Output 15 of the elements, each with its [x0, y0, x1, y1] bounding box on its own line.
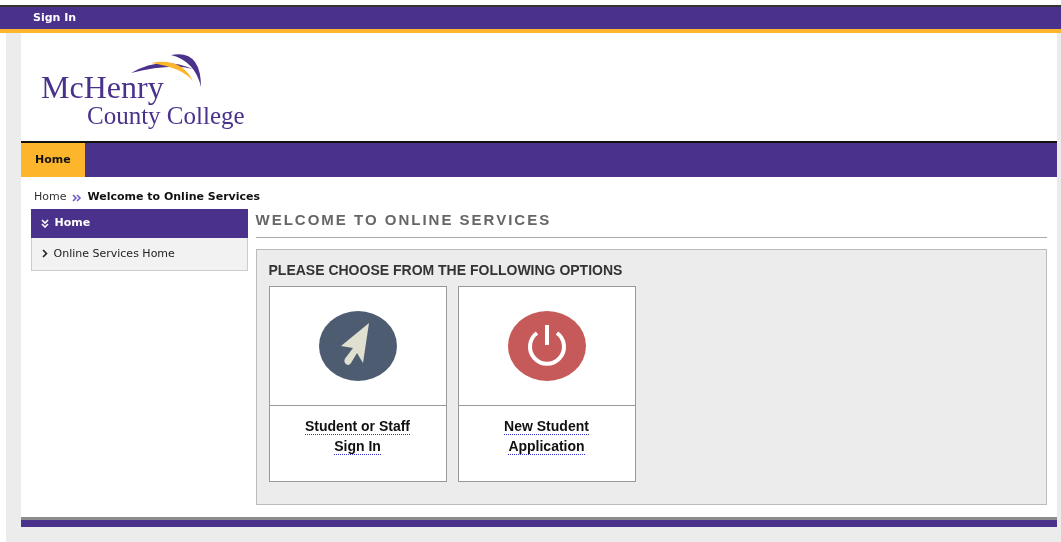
cursor-icon — [318, 310, 397, 381]
college-logo[interactable]: McHenry County College — [41, 51, 245, 128]
page-title: WELCOME TO ONLINE SERVICES — [255, 209, 1047, 238]
sign-in-link[interactable]: Sign In — [33, 9, 77, 27]
option-card[interactable]: Student or Staff Sign In — [268, 285, 447, 482]
double-chevron-icon — [41, 218, 49, 228]
sidebar-header[interactable]: Home — [31, 209, 248, 238]
chevron-icon — [72, 193, 82, 202]
power-icon — [507, 310, 586, 381]
options-heading: PLEASE CHOOSE FROM THE FOLLOWING OPTIONS — [268, 260, 624, 280]
option-card[interactable]: New Student Application — [457, 285, 636, 482]
nav-tab[interactable]: Home — [21, 143, 85, 177]
chevron-right-icon — [42, 249, 48, 259]
breadcrumb-link[interactable]: Home — [34, 189, 67, 206]
breadcrumb-current: Welcome to Online Services — [87, 189, 261, 206]
